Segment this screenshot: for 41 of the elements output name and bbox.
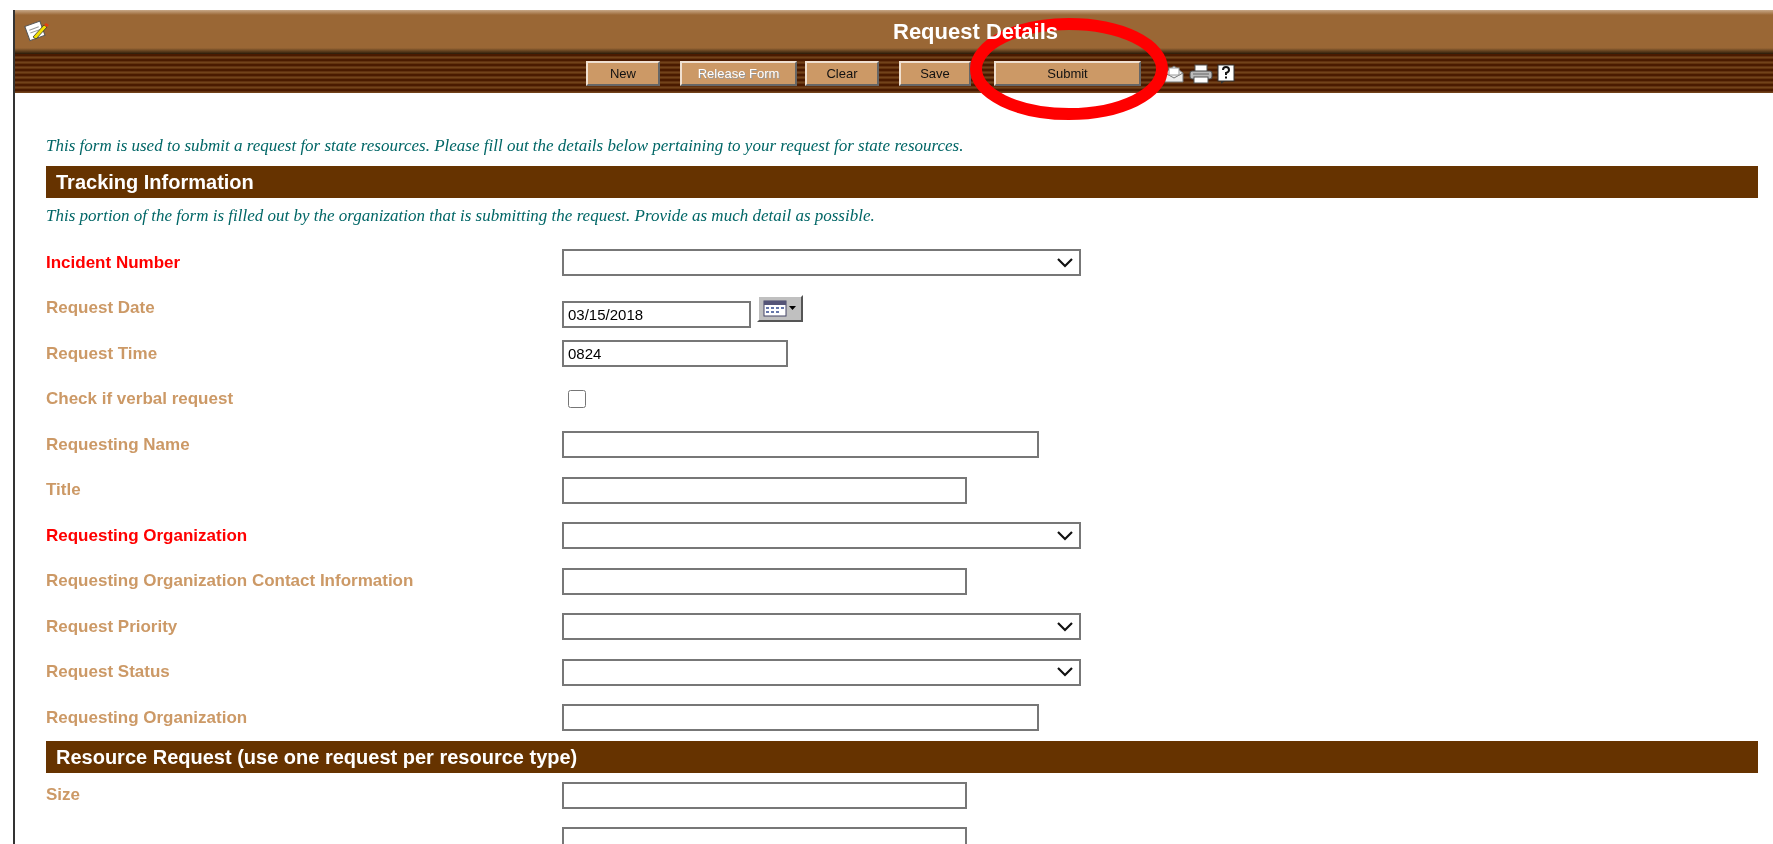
input-field[interactable] <box>562 567 967 595</box>
section-note: This portion of the form is filled out by the organization that is submitting the request. Provide as much detail as possible. <box>46 205 876 227</box>
field-label: Incident Number <box>46 252 182 273</box>
toolbar-button[interactable]: Clear <box>805 61 879 86</box>
input-field[interactable] <box>562 431 1039 459</box>
window-title: Request Details <box>893 19 1059 45</box>
envelope-icon[interactable] <box>1163 63 1185 84</box>
intro-text: This form is used to submit a request for state resources. Please fill out the details below pertaining to your request for state resources. <box>46 135 965 157</box>
field-label: Check if verbal request <box>46 389 235 410</box>
dropdown[interactable] <box>562 522 1081 550</box>
chevron-icon <box>1057 667 1073 678</box>
toolbar-button[interactable]: Save <box>899 61 971 86</box>
input-field[interactable]: 0824 <box>562 340 788 368</box>
field-label: Requesting Organization <box>46 525 249 546</box>
dropdown[interactable] <box>562 613 1081 641</box>
dropdown[interactable] <box>562 658 1081 686</box>
dropdown[interactable] <box>562 249 1081 277</box>
toolbar-button[interactable]: Submit <box>994 61 1141 86</box>
chevron-icon <box>1057 530 1073 541</box>
help-icon[interactable] <box>1217 63 1235 84</box>
date-field[interactable]: 03/15/2018 <box>562 300 751 328</box>
field-label: Request Date <box>46 298 156 319</box>
field-label: Title <box>46 480 82 501</box>
field-label: Request Priority <box>46 616 179 637</box>
chevron-icon <box>1057 257 1073 268</box>
input-field[interactable] <box>562 476 967 504</box>
input-field[interactable] <box>562 704 1039 732</box>
section-header: Tracking Information <box>46 166 1758 198</box>
field-label: Request Status <box>46 662 171 683</box>
checkbox[interactable] <box>568 390 586 409</box>
field-label: Requesting Organization <box>46 707 249 728</box>
field-label: Request Time <box>46 343 159 364</box>
input-field[interactable] <box>562 781 967 809</box>
section-header: Resource Request (use one request per resource type) <box>46 740 1758 773</box>
field-label: Requesting Organization Contact Information <box>46 571 415 592</box>
calendar-button[interactable] <box>757 294 803 322</box>
field-label: Size <box>46 785 82 806</box>
toolbar-button[interactable]: New <box>586 61 660 86</box>
field-label: Requesting Name <box>46 434 191 455</box>
chevron-icon <box>1057 621 1073 632</box>
printer-icon[interactable] <box>1189 63 1213 84</box>
